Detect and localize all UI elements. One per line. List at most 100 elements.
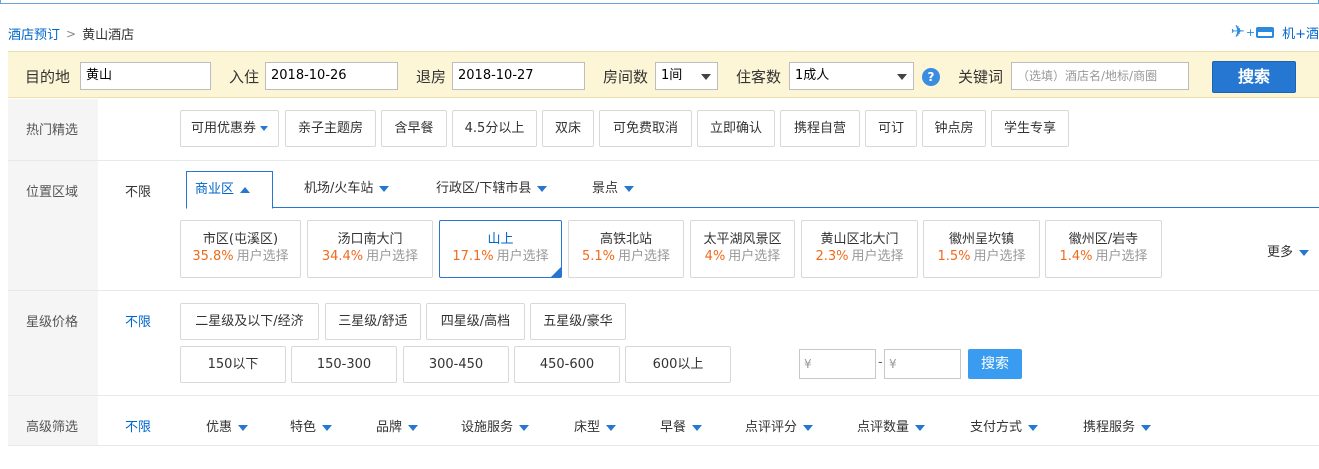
- chevron-down-icon: [322, 424, 333, 431]
- chevron-down-icon: [701, 74, 711, 80]
- star-option[interactable]: 三星级/舒适: [325, 303, 421, 340]
- advanced-unlimited[interactable]: 不限: [125, 416, 151, 435]
- hot-tag-breakfast[interactable]: 含早餐: [381, 110, 447, 147]
- chevron-up-icon: [240, 186, 251, 193]
- zone-option[interactable]: 太平湖风景区 4% 用户选择: [690, 220, 795, 278]
- chevron-down-icon: [1028, 424, 1039, 431]
- guests-select[interactable]: 1成人: [789, 62, 914, 90]
- price-option[interactable]: 150-300: [291, 346, 397, 383]
- keyword-input[interactable]: （选填）酒店名/地标/商圈: [1011, 62, 1189, 90]
- zone-option[interactable]: 汤口南大门 34.4% 用户选择: [307, 220, 433, 278]
- price-option[interactable]: 600以上: [625, 346, 731, 383]
- breadcrumb: 酒店预订 > 黄山酒店: [8, 24, 134, 44]
- star-unlimited[interactable]: 不限: [125, 311, 151, 330]
- location-tabs: 商业区 机场/火车站 行政区/下辖市县 景点: [186, 171, 1319, 209]
- price-option[interactable]: 300-450: [403, 346, 509, 383]
- hot-tag-free-cancel[interactable]: 可免费取消: [599, 110, 692, 147]
- rooms-select[interactable]: 1间: [655, 62, 718, 90]
- destination-label: 目的地: [25, 68, 71, 86]
- hot-tag-hourly[interactable]: 钟点房: [922, 110, 986, 147]
- rooms-value: 1间: [661, 68, 683, 83]
- top-frame-line: [0, 0, 1319, 4]
- chevron-down-icon: [897, 74, 907, 80]
- chevron-down-icon: [624, 185, 635, 192]
- checkin-label: 入住: [229, 68, 260, 86]
- chevron-down-icon: [803, 424, 814, 431]
- price-option[interactable]: 450-600: [514, 346, 620, 383]
- plane-icon: ✈: [1230, 22, 1245, 42]
- rooms-label: 房间数: [603, 68, 649, 86]
- breadcrumb-separator: >: [66, 26, 77, 41]
- filter-discount[interactable]: 优惠: [206, 416, 249, 435]
- keyword-label: 关键词: [958, 68, 1004, 86]
- destination-input[interactable]: 黄山: [80, 62, 211, 90]
- chevron-down-icon: [379, 185, 390, 192]
- price-option[interactable]: 150以下: [180, 346, 286, 383]
- bed-icon: [1256, 26, 1275, 38]
- chevron-down-icon: [606, 424, 617, 431]
- checkin-input[interactable]: 2018-10-26: [265, 62, 398, 90]
- search-bar: 目的地 黄山 入住 2018-10-26 退房 2018-10-27 房间数 1…: [8, 51, 1319, 98]
- filter-payment[interactable]: 支付方式: [970, 416, 1039, 435]
- zone-option-selected[interactable]: 山上 17.1% 用户选择: [439, 220, 562, 278]
- checkout-label: 退房: [416, 68, 447, 86]
- filter-review-score[interactable]: 点评评分: [745, 416, 814, 435]
- chevron-down-icon: [692, 424, 703, 431]
- price-range-dash: -: [878, 355, 883, 370]
- hot-tag-coupon[interactable]: 可用优惠券: [180, 110, 279, 147]
- advanced-filter-label: 高级筛选: [8, 396, 98, 445]
- star-option[interactable]: 五星级/豪华: [530, 303, 626, 340]
- hot-tag-family[interactable]: 亲子主题房: [285, 110, 376, 147]
- hot-tag-student[interactable]: 学生专享: [991, 110, 1069, 147]
- zone-option[interactable]: 黄山区北大门 2.3% 用户选择: [801, 220, 918, 278]
- star-price-row: 星级价格 不限 二星级及以下/经济 三星级/舒适 四星级/高档 五星级/豪华 1…: [8, 291, 1319, 396]
- filter-bed-type[interactable]: 床型: [574, 416, 617, 435]
- guests-value: 1成人: [795, 68, 830, 83]
- advanced-filter-row: 高级筛选 不限 优惠 特色 品牌 设施服务 床型 早餐 点评评分 点评数量 支付…: [8, 396, 1319, 446]
- more-zones-button[interactable]: 更多: [1267, 241, 1310, 260]
- filter-feature[interactable]: 特色: [290, 416, 333, 435]
- help-icon[interactable]: ?: [922, 68, 940, 86]
- location-row: 位置区域 不限 商业区 机场/火车站 行政区/下辖市县 景点 市区(屯溪区) 35…: [8, 161, 1319, 291]
- chevron-down-icon: [260, 126, 268, 131]
- star-option[interactable]: 二星级及以下/经济: [180, 303, 319, 340]
- filter-breakfast[interactable]: 早餐: [660, 416, 703, 435]
- filter-brand[interactable]: 品牌: [376, 416, 419, 435]
- tab-district-county[interactable]: 行政区/下辖市县: [428, 171, 555, 208]
- max-price-input[interactable]: ¥: [884, 349, 961, 379]
- checkout-input[interactable]: 2018-10-27: [452, 62, 585, 90]
- filter-ctrip-service[interactable]: 携程服务: [1083, 416, 1152, 435]
- zone-option[interactable]: 徽州呈坎镇 1.5% 用户选择: [923, 220, 1040, 278]
- hot-tag-twin[interactable]: 双床: [542, 110, 594, 147]
- filter-facilities[interactable]: 设施服务: [461, 416, 530, 435]
- hot-tag-bookable[interactable]: 可订: [865, 110, 917, 147]
- chevron-down-icon: [1299, 249, 1310, 256]
- flight-hotel-link[interactable]: ✈ + 机+酒: [1231, 22, 1319, 42]
- breadcrumb-hotel-booking[interactable]: 酒店预订: [8, 24, 60, 43]
- min-price-input[interactable]: ¥: [799, 349, 876, 379]
- zone-option[interactable]: 徽州区/岩寺 1.4% 用户选择: [1045, 220, 1162, 278]
- tab-attractions[interactable]: 景点: [584, 171, 642, 208]
- tab-business-district[interactable]: 商业区: [186, 171, 273, 209]
- hot-tag-instant-confirm[interactable]: 立即确认: [697, 110, 775, 147]
- zone-option[interactable]: 高铁北站 5.1% 用户选择: [568, 220, 684, 278]
- filter-review-count[interactable]: 点评数量: [857, 416, 926, 435]
- hot-tag-ctrip-own[interactable]: 携程自营: [780, 110, 860, 147]
- chevron-down-icon: [1141, 424, 1152, 431]
- guests-label: 住客数: [736, 68, 782, 86]
- location-label: 位置区域: [8, 161, 98, 290]
- flight-hotel-label: 机+酒: [1282, 26, 1319, 42]
- star-option[interactable]: 四星级/高档: [426, 303, 525, 340]
- location-unlimited[interactable]: 不限: [125, 181, 151, 200]
- zone-option[interactable]: 市区(屯溪区) 35.8% 用户选择: [180, 220, 301, 278]
- chevron-down-icon: [519, 424, 530, 431]
- hot-picks-row: 热门精选 可用优惠券 亲子主题房 含早餐 4.5分以上 双床 可免费取消 立即确…: [8, 99, 1319, 161]
- chevron-down-icon: [537, 185, 548, 192]
- star-price-label: 星级价格: [8, 291, 98, 395]
- chevron-down-icon: [915, 424, 926, 431]
- hot-tag-rating[interactable]: 4.5分以上: [452, 110, 537, 147]
- tab-airport-station[interactable]: 机场/火车站: [296, 171, 397, 208]
- search-button[interactable]: 搜索: [1212, 61, 1296, 93]
- price-search-button[interactable]: 搜索: [968, 349, 1022, 379]
- chevron-down-icon: [238, 424, 249, 431]
